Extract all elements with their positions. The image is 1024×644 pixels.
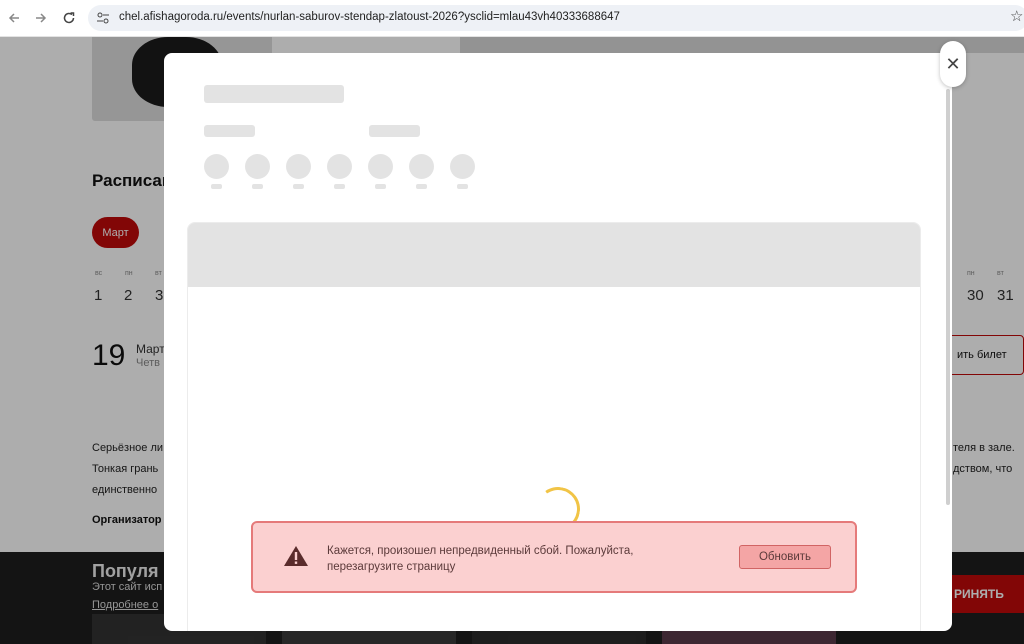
error-message: Кажется, произошел непредвиденный сбой. … — [327, 545, 634, 573]
skeleton-date-label — [211, 184, 222, 189]
browser-toolbar: chel.afishagoroda.ru/events/nurlan-sabur… — [0, 0, 1024, 37]
reload-icon[interactable] — [58, 7, 80, 29]
modal-scrollbar[interactable] — [946, 89, 950, 505]
skeleton-date-label — [375, 184, 386, 189]
error-alert: Кажется, произошел непредвиденный сбой. … — [251, 521, 857, 593]
skeleton-date-circle — [450, 154, 475, 179]
close-icon: ✕ — [945, 53, 961, 74]
skeleton-title — [204, 85, 344, 103]
forward-arrow-icon[interactable] — [30, 7, 52, 29]
skeleton-date-circle — [204, 154, 229, 179]
skeleton-date-label — [293, 184, 304, 189]
site-settings-icon[interactable] — [96, 11, 110, 30]
skeleton-label — [204, 125, 255, 137]
reload-button[interactable]: Обновить — [739, 545, 831, 569]
skeleton-date-circle — [286, 154, 311, 179]
url-text[interactable]: chel.afishagoroda.ru/events/nurlan-sabur… — [119, 11, 620, 23]
address-bar[interactable]: chel.afishagoroda.ru/events/nurlan-sabur… — [88, 5, 1024, 31]
skeleton-date-circle — [327, 154, 352, 179]
back-arrow-icon[interactable] — [3, 7, 25, 29]
skeleton-date-circle — [409, 154, 434, 179]
warning-triangle-icon — [283, 545, 309, 572]
skeleton-date-circle — [368, 154, 393, 179]
skeleton-date-label — [416, 184, 427, 189]
close-modal-button[interactable]: ✕ — [940, 41, 966, 87]
skeleton-date-label — [334, 184, 345, 189]
skeleton-date-label — [252, 184, 263, 189]
skeleton-header-block — [188, 223, 920, 287]
skeleton-label — [369, 125, 420, 137]
skeleton-date-label — [457, 184, 468, 189]
skeleton-date-circle — [245, 154, 270, 179]
